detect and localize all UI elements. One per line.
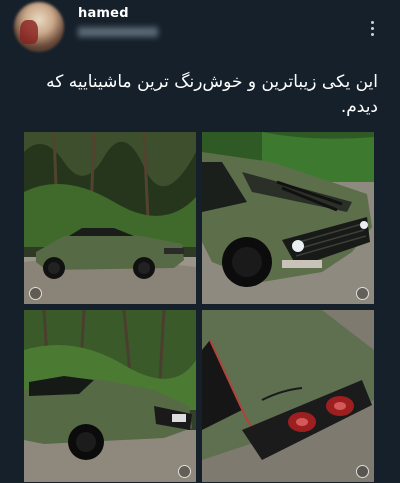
car-photo-2[interactable] xyxy=(202,132,374,304)
watermark-icon xyxy=(356,465,369,478)
user-handle-blurred: ████████████ xyxy=(78,27,158,37)
watermark-icon xyxy=(29,287,42,300)
more-options-icon[interactable] xyxy=(364,18,380,38)
post-text: این یکی زیباترین و خوش‌رنگ ترین ماشینایی… xyxy=(46,72,378,117)
watermark-icon xyxy=(356,287,369,300)
media-grid xyxy=(24,132,376,482)
car-photo-3[interactable] xyxy=(24,310,196,482)
car-photo-1[interactable] xyxy=(24,132,196,304)
car-photo-4[interactable] xyxy=(202,310,374,482)
username[interactable]: hamed xyxy=(78,6,129,21)
watermark-icon xyxy=(178,465,191,478)
avatar-face xyxy=(20,20,38,44)
